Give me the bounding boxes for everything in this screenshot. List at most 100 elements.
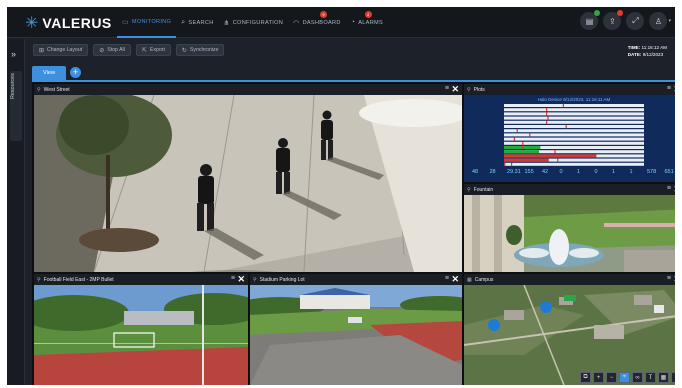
clock-readout: TIME: 11:16:12 AM DATE: 9/12/2023: [628, 44, 667, 58]
tile-football-field[interactable]: ⚲ Football Field East - 2MP Bullet ≡ ✕: [34, 274, 248, 385]
plot-readout-value: 28: [490, 169, 496, 175]
plot-row-marker: [557, 158, 559, 162]
grid-icon[interactable]: ▦: [658, 372, 669, 383]
zoom-in-icon[interactable]: +: [593, 372, 604, 383]
close-icon[interactable]: ✕: [673, 84, 675, 95]
view-toolbar: ⊞ Change Layout ⊘ Stop All ⇱ Export ↻ Sy…: [33, 44, 225, 56]
video-feed[interactable]: [34, 93, 462, 272]
nav-alarms[interactable]: 4 ◔ ALARMS: [346, 7, 388, 38]
tile-header: ⚲ Plots ≡ ✕: [464, 84, 675, 95]
tile-fountain[interactable]: ⚲ Fountain ≡ ✕: [464, 184, 675, 272]
tile-menu-icon[interactable]: ≡: [667, 185, 671, 192]
nav-dashboard-label: DASHBOARD: [302, 19, 341, 26]
close-icon[interactable]: ✕: [451, 84, 459, 95]
app-window: ✳ VALERUS ▭ MONITORING ⌕ SEARCH ⋔ CONFIG…: [7, 7, 675, 385]
plot-row-fill: [504, 158, 549, 162]
tile-menu-icon[interactable]: ≡: [231, 275, 235, 282]
tile-menu-icon[interactable]: ≡: [445, 85, 449, 92]
plot-row-track: [504, 116, 644, 120]
tile-menu-icon[interactable]: ≡: [667, 85, 671, 92]
change-layout-label: Change Layout: [47, 47, 83, 53]
dashboard-badge: 9: [320, 11, 328, 18]
close-icon[interactable]: ✕: [673, 274, 675, 285]
stop-icon: ⊘: [99, 47, 105, 54]
add-view-button[interactable]: +: [70, 67, 81, 78]
synchronize-button[interactable]: ↻ Synchronize: [175, 44, 225, 56]
tile-title: Stadium Parking Lot: [259, 276, 305, 283]
tile-west-street[interactable]: ⚲ West Street ≡ ✕: [34, 84, 462, 272]
close-icon[interactable]: ✕: [451, 274, 459, 285]
plot-row-track: [504, 120, 644, 124]
monitor-icon: ▭: [122, 18, 129, 26]
tile-stadium-parking[interactable]: ⚲ Stadium Parking Lot ≡ ✕: [250, 274, 462, 385]
plot-row-track: [504, 141, 644, 145]
sync-icon: ↻: [181, 47, 187, 54]
map-view[interactable]: ⧉ + − ⌖ ∞ T ▦ ⌂: [464, 284, 675, 385]
nav-dashboard[interactable]: 9 ◠ DASHBOARD: [288, 7, 346, 38]
app-logo: ✳ VALERUS: [25, 14, 112, 32]
expand-panel-icon[interactable]: »: [11, 49, 16, 59]
plot-row-marker: [546, 112, 548, 116]
nav-configuration[interactable]: ⋔ CONFIGURATION: [219, 7, 289, 38]
text-icon[interactable]: T: [645, 372, 656, 383]
tile-menu-icon[interactable]: ≡: [445, 275, 449, 282]
time-value: 11:16:12 AM: [641, 45, 667, 50]
notifications-button[interactable]: ▤: [580, 10, 601, 30]
plot-row-fill: [504, 150, 539, 154]
export-icon: ⇱: [141, 47, 147, 54]
stop-all-button[interactable]: ⊘ Stop All: [93, 44, 131, 56]
layers-icon[interactable]: ⧉: [580, 372, 591, 383]
tile-title: Campus: [474, 276, 494, 283]
fullscreen-button[interactable]: ⤢: [626, 12, 645, 30]
video-feed[interactable]: [464, 195, 675, 272]
chart-icon: ⚲: [467, 86, 471, 93]
plot-row-track: [504, 133, 644, 137]
nav-monitoring-label: MONITORING: [131, 18, 172, 25]
change-layout-button[interactable]: ⊞ Change Layout: [33, 44, 89, 56]
tile-plots[interactable]: ⚲ Plots ≡ ✕ Halo Device 9/12/2023, 11:16…: [464, 84, 675, 182]
top-right-controls: ▤ ⇪ ⤢ ♙ ▾: [580, 10, 671, 30]
close-icon[interactable]: ✕: [237, 274, 245, 285]
tile-menu-icon[interactable]: ≡: [667, 275, 671, 282]
nav-alarms-label: ALARMS: [358, 19, 384, 26]
plot-row-track: [504, 104, 644, 107]
halo-device-chart: Halo Device 9/12/2023, 11:16:11 AM 48 28 2…: [472, 97, 674, 175]
video-feed[interactable]: [34, 285, 248, 385]
pointer-icon[interactable]: ⌖: [619, 372, 630, 383]
plot-row-track: [504, 125, 644, 128]
plot-row-marker: [547, 116, 549, 120]
tile-header: ⚲ Stadium Parking Lot ≡ ✕: [250, 274, 462, 285]
tile-campus-map[interactable]: ▦ Campus ≡ ✕: [464, 274, 675, 385]
plot-panel: Halo Device 9/12/2023, 11:16:11 AM 48 28 2…: [464, 95, 675, 182]
plot-row-marker: [546, 120, 548, 125]
plot-row-marker: [513, 137, 515, 141]
chevron-down-icon[interactable]: ▾: [668, 18, 671, 24]
video-feed[interactable]: [250, 285, 462, 385]
plot-readout-value: 651: [665, 169, 674, 175]
top-bar: ✳ VALERUS ▭ MONITORING ⌕ SEARCH ⋔ CONFIG…: [7, 7, 675, 38]
export-button[interactable]: ⇱ Export: [135, 44, 171, 56]
plot-row-track: [504, 162, 644, 166]
user-menu-button[interactable]: ♙: [649, 12, 668, 30]
nav-monitoring[interactable]: ▭ MONITORING: [117, 7, 177, 38]
plot-row-marker: [562, 103, 564, 108]
plot-row-marker: [585, 154, 587, 158]
share-icon: ⇪: [609, 16, 616, 26]
date-label: DATE:: [627, 52, 642, 57]
close-icon[interactable]: ✕: [673, 184, 675, 195]
tile-title: Football Field East - 2MP Bullet: [43, 276, 114, 283]
tab-view[interactable]: View: [32, 66, 66, 80]
tile-title: Plots: [473, 86, 485, 93]
link-icon[interactable]: ∞: [632, 372, 643, 383]
nav-search-label: SEARCH: [188, 19, 214, 26]
plot-row-marker: [529, 133, 531, 137]
home-icon[interactable]: ⌂: [671, 372, 675, 383]
nav-search[interactable]: ⌕ SEARCH: [176, 7, 218, 38]
synchronize-label: Synchronize: [189, 47, 219, 53]
export-queue-button[interactable]: ⇪: [603, 10, 624, 30]
plot-readout-value: 1: [630, 169, 633, 175]
plot-row-marker: [554, 149, 556, 154]
tile-title: Fountain: [473, 186, 494, 193]
plot-readout-value: 29.31: [507, 169, 521, 175]
zoom-out-icon[interactable]: −: [606, 372, 617, 383]
